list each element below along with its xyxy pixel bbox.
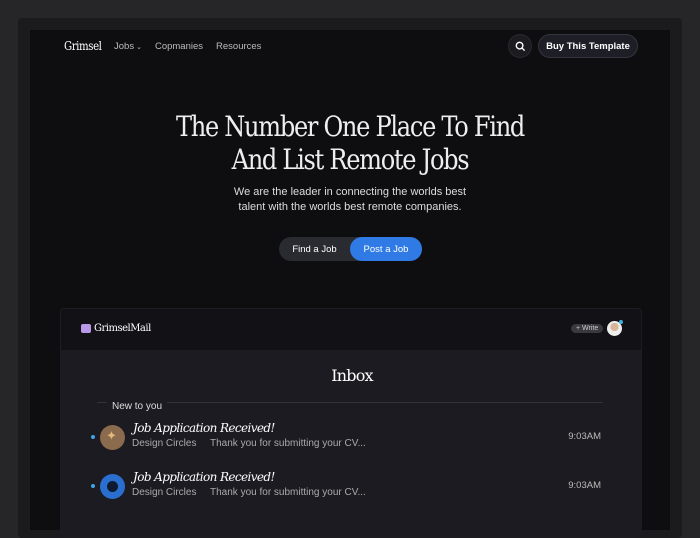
email-snippet: Thank you for submitting your CV...	[210, 438, 366, 449]
mail-preview: GrimselMail + Write Inbox New to you Job…	[60, 308, 642, 538]
email-subject: Job Application Received!	[133, 421, 275, 435]
chevron-down-icon: ⌄	[136, 44, 142, 51]
avatar[interactable]	[607, 320, 623, 336]
mail-logo-text: GrimselMail	[94, 323, 151, 334]
nav-jobs[interactable]: Jobs ⌄	[114, 41, 142, 52]
post-job-button[interactable]: Post a Job	[350, 237, 422, 261]
buy-template-button[interactable]: Buy This Template	[538, 34, 638, 58]
hero-title-line: And List Remote Jobs	[231, 143, 470, 176]
email-sender: Design Circles	[132, 438, 197, 449]
cta-toggle: Find a Job Post a Job	[279, 237, 422, 261]
top-nav: Grimsel Jobs ⌄ Copmanies Resources Buy Th…	[30, 30, 670, 64]
nav-resources[interactable]: Resources	[216, 41, 261, 52]
search-icon	[515, 41, 525, 51]
envelope-icon	[81, 324, 91, 333]
email-sender: Design Circles	[132, 487, 197, 498]
inbox-title: Inbox	[331, 366, 373, 385]
hero-subtitle-line: We are the leader in connecting the worl…	[233, 186, 467, 198]
hero-title-line: The Number One Place To Find	[175, 110, 525, 143]
list-item[interactable]: Job Application Received! Design Circles…	[91, 419, 601, 455]
email-time: 9:03AM	[568, 431, 601, 442]
company-logo-icon	[100, 425, 125, 450]
hero-subtitle-line: talent with the worlds best remote compa…	[238, 201, 462, 213]
email-subject: Job Application Received!	[133, 470, 275, 484]
nav-jobs-label: Jobs	[114, 41, 135, 52]
mail-header: GrimselMail + Write	[61, 309, 641, 350]
nav-companies[interactable]: Copmanies	[155, 41, 203, 52]
write-button[interactable]: + Write	[571, 324, 604, 333]
email-time: 9:03AM	[568, 480, 601, 491]
hero-title: The Number One Place To Find And List Rem…	[30, 110, 670, 176]
list-item[interactable]: Job Application Received! Design Circles…	[91, 468, 601, 504]
section-header: New to you	[97, 396, 603, 412]
search-button[interactable]	[508, 34, 532, 58]
divider	[97, 402, 603, 403]
logo[interactable]: Grimsel	[64, 39, 102, 53]
unread-dot-icon	[91, 484, 95, 488]
company-logo-icon	[100, 474, 125, 499]
section-label: New to you	[107, 401, 168, 412]
hero-subtitle: We are the leader in connecting the worl…	[30, 185, 670, 215]
inbox-panel: Inbox New to you Job Application Receive…	[61, 350, 641, 537]
landing-page: Grimsel Jobs ⌄ Copmanies Resources Buy Th…	[30, 30, 670, 538]
find-job-button[interactable]: Find a Job	[279, 237, 350, 261]
mail-logo: GrimselMail	[81, 323, 151, 334]
email-snippet: Thank you for submitting your CV...	[210, 487, 366, 498]
unread-dot-icon	[91, 435, 95, 439]
